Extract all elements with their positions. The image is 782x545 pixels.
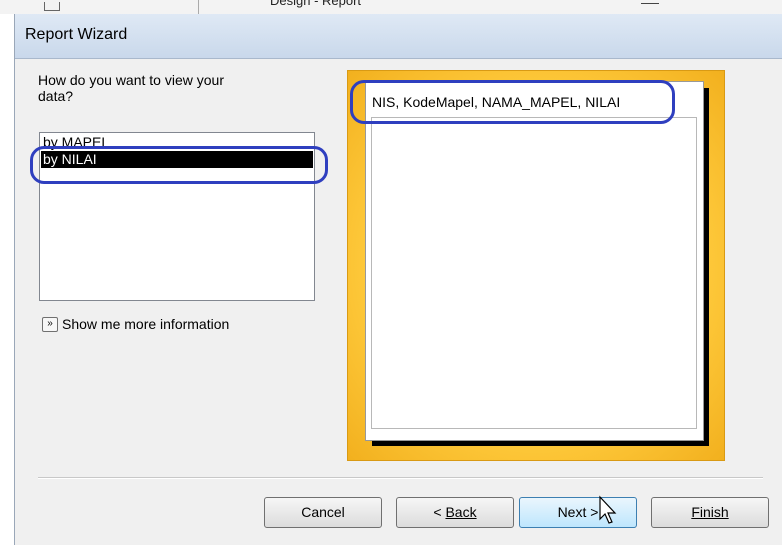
dialog-title: Report Wizard <box>25 26 128 43</box>
back-button-prefix: < <box>433 504 446 520</box>
next-button-label: Next > <box>557 504 599 520</box>
view-prompt: How do you want to view your data? <box>38 72 224 104</box>
ribbon-separator <box>198 0 199 14</box>
annotation-ellipse-fields <box>350 80 675 124</box>
finish-button-label: Finish <box>691 504 729 520</box>
back-button[interactable]: < Back <box>396 497 514 528</box>
minimize-fragment-icon <box>641 3 659 4</box>
preview-page: NIS, KodeMapel, NAMA_MAPEL, NILAI <box>365 81 704 441</box>
button-divider <box>38 477 763 479</box>
dialog-titlebar[interactable]: Report Wizard <box>15 14 782 59</box>
cancel-button[interactable]: Cancel <box>264 497 382 528</box>
background-left-edge <box>0 14 14 545</box>
preview-detail-box <box>371 117 697 429</box>
show-more-info[interactable]: » Show me more information <box>42 316 229 332</box>
show-more-info-label: Show me more information <box>62 316 230 332</box>
cancel-button-label: Cancel <box>301 504 345 520</box>
mouse-cursor-icon <box>599 495 617 524</box>
ribbon-fragment-icon <box>44 2 60 11</box>
background-app-strip: Design - Report <box>0 0 782 15</box>
annotation-ellipse-selection <box>30 146 328 184</box>
finish-button[interactable]: Finish <box>651 497 769 528</box>
double-chevron-right-icon[interactable]: » <box>42 316 58 332</box>
background-title-fragment: Design - Report <box>270 0 362 8</box>
back-button-label: Back <box>445 504 477 520</box>
